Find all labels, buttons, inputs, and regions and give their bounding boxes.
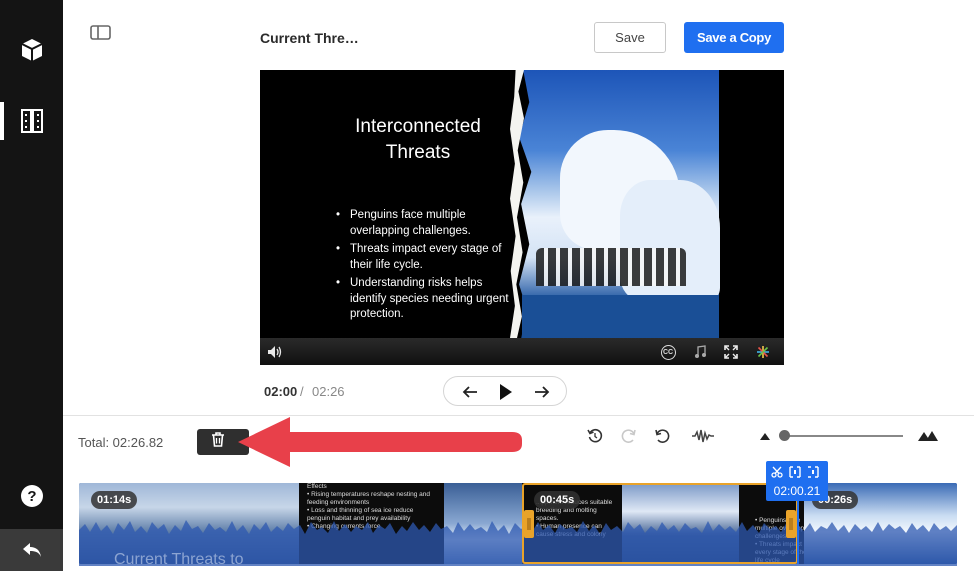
- playhead-time: 02:00.21: [773, 484, 821, 498]
- volume-icon[interactable]: [265, 342, 285, 362]
- playhead-line[interactable]: [797, 501, 799, 564]
- left-sidebar: ?: [0, 0, 63, 571]
- timeline-total: Total: 02:26.82: [78, 435, 164, 450]
- next-arrow-icon[interactable]: [530, 381, 554, 403]
- slide-title-line: Threats: [385, 142, 451, 163]
- water-shape: [522, 295, 719, 338]
- slide-bullet: Penguins face multiple overlapping chall…: [334, 208, 514, 239]
- trim-handle-right[interactable]: [786, 510, 796, 538]
- slide-text-panel: Interconnected Threats Penguins face mul…: [260, 70, 522, 338]
- selected-clip-outline[interactable]: [522, 483, 798, 564]
- closed-captions-icon[interactable]: CC: [658, 342, 678, 362]
- split-right-icon[interactable]: [807, 465, 819, 483]
- total-time: 02:26: [312, 384, 345, 399]
- playhead-popover[interactable]: 02:00.21: [766, 461, 828, 501]
- trash-icon[interactable]: [211, 432, 225, 452]
- split-left-icon[interactable]: [789, 465, 801, 483]
- cube-icon[interactable]: [0, 30, 63, 70]
- undo-icon[interactable]: [651, 426, 673, 446]
- cc-label: CC: [660, 344, 676, 360]
- slide-bullet: Understanding risks helps identify speci…: [334, 276, 514, 323]
- time-separator: /: [300, 384, 304, 399]
- scissors-icon[interactable]: [771, 465, 783, 483]
- zoom-in-mountains-icon[interactable]: [916, 426, 940, 446]
- trim-handle-left[interactable]: [524, 510, 534, 538]
- play-icon[interactable]: [494, 381, 518, 403]
- clip-caption: Current Threats to: [114, 551, 244, 568]
- zoom-slider-thumb[interactable]: [779, 430, 790, 441]
- save-a-copy-button[interactable]: Save a Copy: [684, 22, 784, 53]
- document-title: Current Thre…: [260, 30, 359, 46]
- reset-icon[interactable]: [584, 426, 606, 446]
- previous-arrow-icon[interactable]: [458, 381, 482, 403]
- waveform-icon[interactable]: [690, 426, 716, 446]
- zoom-slider-track[interactable]: [783, 435, 903, 437]
- panel-toggle-icon[interactable]: [90, 24, 112, 42]
- fullscreen-icon[interactable]: [721, 342, 741, 362]
- redo-icon[interactable]: [618, 426, 640, 446]
- slide-title-line: Interconnected: [355, 116, 481, 137]
- clip-duration-badge: 01:14s: [91, 491, 138, 509]
- playback-nav: [443, 376, 567, 406]
- player-controls-bar: CC: [260, 338, 784, 365]
- zoom-out-mountain-icon[interactable]: [754, 426, 776, 446]
- brand-spark-icon: [753, 342, 773, 362]
- music-note-icon[interactable]: [690, 342, 710, 362]
- help-icon[interactable]: ?: [0, 476, 63, 516]
- save-button[interactable]: Save: [594, 22, 666, 53]
- red-annotation-arrow: [238, 417, 522, 467]
- filmstrip-icon[interactable]: [0, 101, 63, 141]
- svg-text:?: ?: [27, 488, 36, 505]
- video-player[interactable]: Interconnected Threats Penguins face mul…: [260, 70, 784, 365]
- penguins-shape: [536, 248, 686, 286]
- current-time: 02:00: [264, 384, 298, 399]
- slide-title: Interconnected Threats: [320, 114, 516, 166]
- slide-bullet: Threats impact every stage of their life…: [334, 242, 514, 273]
- slide-bullet-list: Penguins face multiple overlapping chall…: [334, 208, 514, 326]
